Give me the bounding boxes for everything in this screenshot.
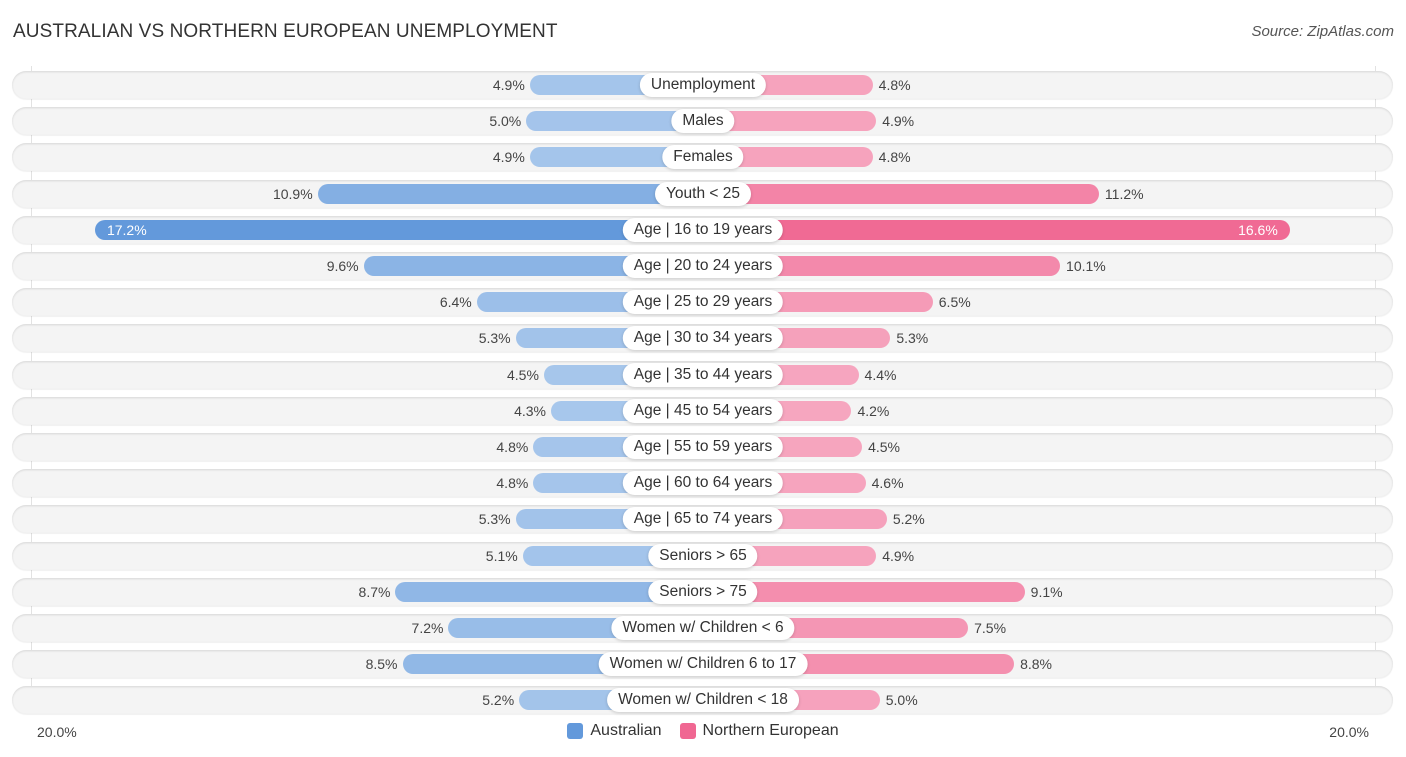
value-label-australian: 4.3% — [514, 402, 546, 419]
value-label-northern-european: 4.9% — [882, 113, 915, 130]
category-label: Age | 35 to 44 years — [622, 362, 784, 387]
value-label-northern-european: 4.4% — [864, 366, 897, 383]
value-label-northern-european: 10.1% — [1066, 258, 1106, 274]
value-label-australian: 9.6% — [326, 258, 359, 274]
value-label-northern-european: 5.3% — [896, 330, 929, 347]
category-label: Women w/ Children 6 to 17 — [598, 652, 808, 677]
value-label-northern-european: 7.5% — [974, 620, 1007, 636]
category-label: Youth < 25 — [655, 181, 751, 206]
value-label-australian: 5.3% — [478, 511, 511, 528]
chart-plot-area: 4.9% 4.8% Unemployment 5.0% 4.9% Males 4.9% 4.8… — [0, 0, 1406, 757]
value-label-australian: 5.2% — [482, 692, 515, 709]
value-label-australian: 8.5% — [365, 656, 398, 673]
category-label: Age | 30 to 34 years — [622, 326, 784, 351]
category-label: Seniors > 75 — [648, 579, 758, 604]
category-label: Age | 45 to 54 years — [622, 398, 784, 423]
category-label: Women w/ Children < 18 — [607, 688, 799, 713]
category-label: Females — [662, 145, 744, 170]
value-label-northern-european: 4.8% — [878, 149, 911, 166]
bar-northern-european[interactable] — [703, 183, 1099, 204]
legend-item-australian[interactable]: Australian — [567, 722, 662, 740]
value-label-australian: 5.0% — [489, 113, 522, 130]
value-label-northern-european: 4.6% — [871, 475, 904, 492]
value-label-australian: 4.8% — [496, 439, 529, 455]
value-label-northern-european: 4.5% — [868, 439, 900, 455]
value-label-northern-european: 16.6% — [1238, 221, 1278, 238]
value-label-australian: 4.5% — [507, 366, 539, 383]
category-label: Age | 55 to 59 years — [622, 435, 784, 459]
value-label-northern-european: 5.0% — [885, 692, 918, 709]
category-label: Unemployment — [639, 73, 767, 97]
value-label-northern-european: 4.2% — [857, 402, 890, 419]
category-label: Seniors > 65 — [648, 543, 758, 568]
value-label-australian: 4.8% — [496, 475, 529, 492]
value-label-australian: 17.2% — [106, 221, 147, 238]
value-label-australian: 8.7% — [358, 583, 391, 600]
value-label-australian: 4.9% — [492, 77, 525, 93]
bar-australian[interactable] — [317, 183, 703, 204]
legend-label-northern-european: Northern European — [702, 722, 839, 739]
legend: Australian Northern European — [0, 722, 1406, 740]
legend-item-northern-european[interactable]: Northern European — [679, 722, 839, 740]
bar-australian[interactable] — [94, 219, 703, 240]
legend-swatch-northern-european — [679, 723, 696, 739]
category-label: Age | 65 to 74 years — [622, 507, 784, 532]
category-label: Women w/ Children < 6 — [611, 616, 795, 640]
category-label: Age | 25 to 29 years — [622, 290, 784, 315]
value-label-northern-european: 11.2% — [1104, 185, 1144, 202]
legend-label-australian: Australian — [590, 722, 662, 739]
value-label-northern-european: 5.2% — [892, 511, 925, 528]
legend-swatch-australian — [567, 723, 584, 739]
category-label: Age | 16 to 19 years — [622, 217, 784, 242]
category-label: Age | 60 to 64 years — [622, 471, 784, 496]
category-label: Males — [671, 109, 735, 134]
value-label-northern-european: 9.1% — [1030, 583, 1063, 600]
value-label-northern-european: 4.9% — [882, 547, 915, 564]
value-label-australian: 10.9% — [272, 185, 313, 202]
category-label: Age | 20 to 24 years — [622, 254, 784, 278]
value-label-australian: 6.4% — [439, 294, 472, 311]
value-label-australian: 7.2% — [411, 620, 444, 636]
value-label-australian: 4.9% — [492, 149, 525, 166]
value-label-northern-european: 4.8% — [878, 77, 911, 93]
value-label-northern-european: 8.8% — [1020, 656, 1052, 673]
value-label-australian: 5.3% — [478, 330, 511, 347]
value-label-australian: 5.1% — [485, 547, 518, 564]
bar-northern-european[interactable] — [703, 219, 1290, 240]
value-label-northern-european: 6.5% — [938, 294, 971, 311]
